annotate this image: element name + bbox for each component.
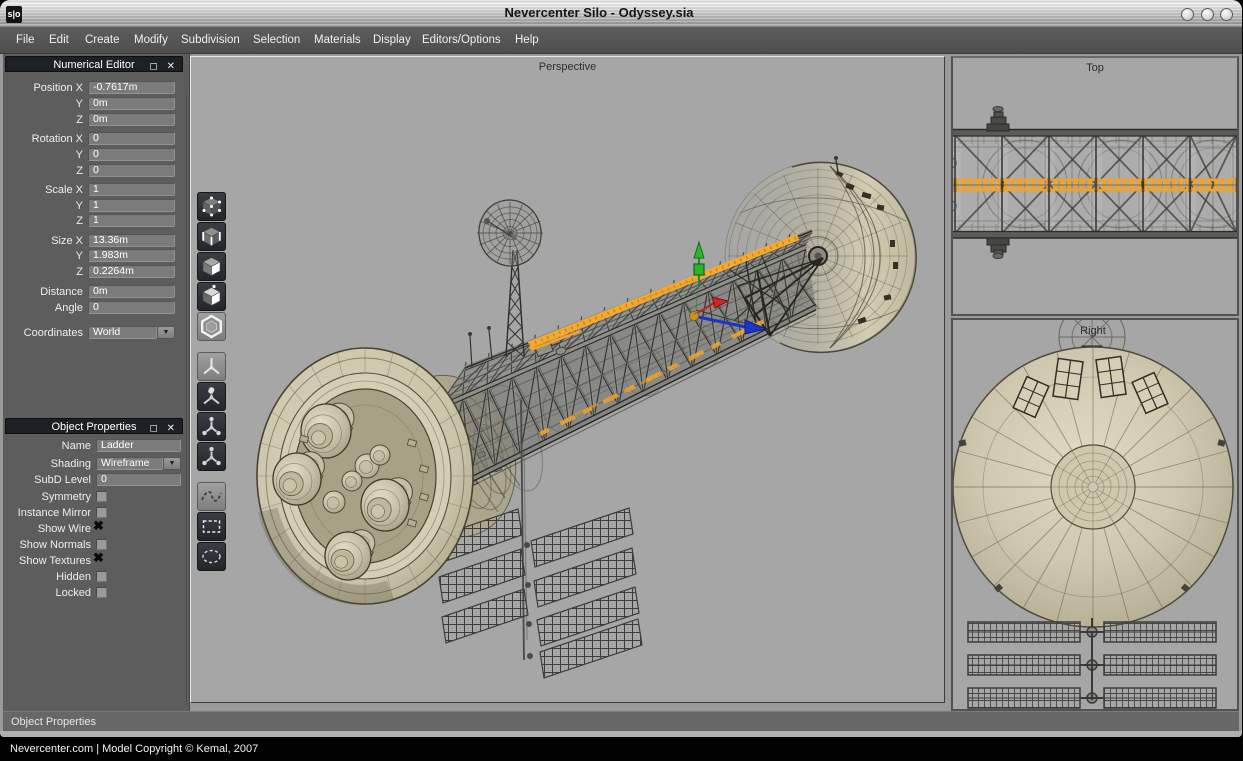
svg-text:Right: Right xyxy=(1080,325,1106,337)
